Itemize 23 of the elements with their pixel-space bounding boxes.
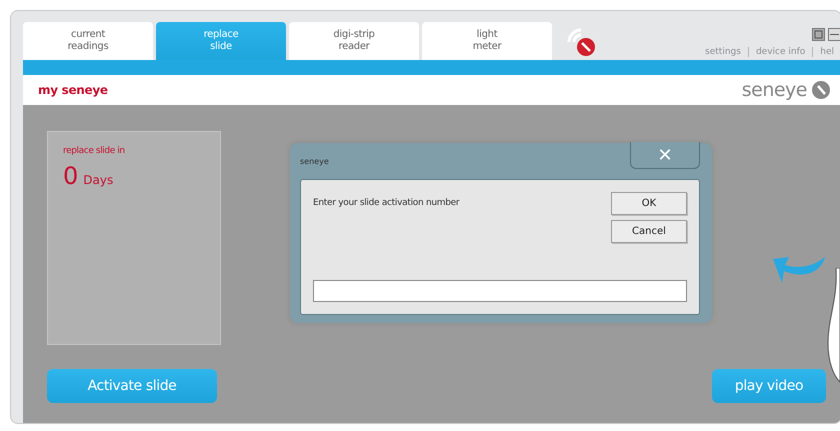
- logo-icon: [811, 80, 831, 100]
- tab[interactable]: replace slide: [156, 22, 286, 60]
- activate-button[interactable]: Activate slide: [47, 369, 217, 403]
- header-link[interactable]: hel: [812, 47, 840, 57]
- logo-text: seneye: [742, 79, 807, 101]
- header-link[interactable]: settings: [698, 47, 748, 57]
- tab[interactable]: digi-strip reader: [289, 22, 419, 60]
- tab[interactable]: current readings: [23, 22, 153, 60]
- page-title: my seneye: [38, 83, 108, 97]
- input-field[interactable]: [313, 280, 687, 302]
- dialog-title: seneye: [300, 157, 329, 166]
- card-label: replace slide in: [63, 146, 126, 156]
- dialog-button[interactable]: OK: [611, 192, 687, 215]
- minimize-icon[interactable]: [828, 28, 840, 41]
- header-link[interactable]: device info: [748, 47, 812, 57]
- play-video-button[interactable]: play video: [712, 369, 826, 403]
- dialog-button[interactable]: Cancel: [611, 220, 687, 243]
- dialog-prompt: Enter your slide activation number: [313, 198, 460, 210]
- restore-icon[interactable]: [812, 28, 825, 41]
- days-value: 0: [63, 162, 78, 190]
- tab[interactable]: light meter: [422, 22, 552, 60]
- days-unit: Days: [83, 173, 114, 187]
- close-button[interactable]: ✕: [630, 142, 700, 169]
